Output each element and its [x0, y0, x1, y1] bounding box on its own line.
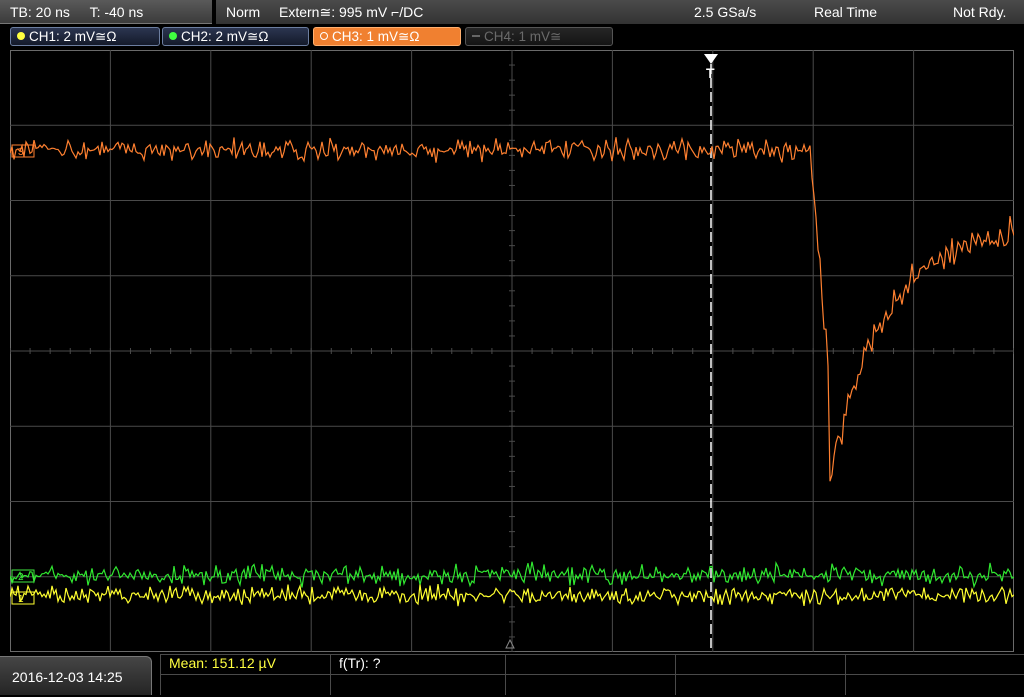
measurement-divider	[160, 654, 161, 695]
channel-2-indicator-icon	[169, 32, 177, 41]
acquisition-status: Not Rdy.	[953, 4, 1007, 20]
measurement-divider	[330, 654, 331, 695]
channel-4-button[interactable]: CH4: 1 mV≅	[465, 27, 613, 46]
channel-3-marker-label: 3	[18, 147, 24, 158]
acquisition-mode[interactable]: Real Time	[814, 0, 877, 24]
channel-2-label: CH2: 2 mV≅Ω	[181, 29, 269, 44]
measurement-divider	[675, 654, 676, 695]
timebase-label: TB: 20 ns	[10, 4, 70, 20]
timebase-panel[interactable]: TB: 20 ns T: -40 ns	[0, 0, 212, 24]
measurement-divider	[160, 674, 1024, 675]
channel-1-button[interactable]: CH1: 2 mV≅Ω	[10, 27, 160, 46]
waveform-display[interactable]: 3 2 1 T	[10, 50, 1014, 652]
channel-2-marker-label: 2	[18, 572, 24, 583]
measurement-mean[interactable]: Mean: 151.12 µV	[169, 655, 276, 671]
channel-4-label: CH4: 1 mV≅	[484, 29, 562, 44]
channel-2-button[interactable]: CH2: 2 mV≅Ω	[162, 27, 309, 46]
trigger-offset-label: T: -40 ns	[89, 4, 144, 20]
sample-rate[interactable]: 2.5 GSa/s	[694, 0, 756, 24]
measurement-table[interactable]: Mean: 151.12 µV f(Tr): ?	[160, 654, 1024, 695]
date-time-label: 2016-12-03 14:25	[12, 669, 123, 685]
date-time-display: 2016-12-03 14:25	[0, 656, 152, 695]
channel-3-indicator-icon	[320, 32, 328, 41]
bottom-bar: 2016-12-03 14:25 Mean: 151.12 µV f(Tr): …	[0, 654, 1024, 695]
channel-bar: CH1: 2 mV≅Ω CH2: 2 mV≅Ω CH3: 1 mV≅Ω CH4:…	[0, 25, 1024, 47]
trigger-marker-label: T	[706, 65, 715, 81]
measurement-fall-time[interactable]: f(Tr): ?	[339, 655, 380, 671]
channel-1-indicator-icon	[17, 32, 25, 41]
trigger-source[interactable]: Extern≅: 995 mV ⌐/DC	[279, 0, 423, 24]
channel-3-button[interactable]: CH3: 1 mV≅Ω	[313, 27, 461, 46]
trigger-panel[interactable]: Norm Extern≅: 995 mV ⌐/DC 2.5 GSa/s Real…	[216, 0, 1024, 24]
channel-1-marker-label: 1	[18, 594, 24, 605]
channel-3-label: CH3: 1 mV≅Ω	[332, 29, 420, 44]
channel-1-label: CH1: 2 mV≅Ω	[29, 29, 117, 44]
measurement-divider	[160, 654, 1024, 655]
trigger-mode[interactable]: Norm	[226, 0, 260, 24]
measurement-divider	[505, 654, 506, 695]
measurement-divider	[845, 654, 846, 695]
waveform-area[interactable]: 3 2 1 T	[10, 50, 1014, 652]
channel-4-indicator-icon	[472, 35, 480, 38]
top-status-bar: TB: 20 ns T: -40 ns Norm Extern≅: 995 mV…	[0, 0, 1024, 24]
